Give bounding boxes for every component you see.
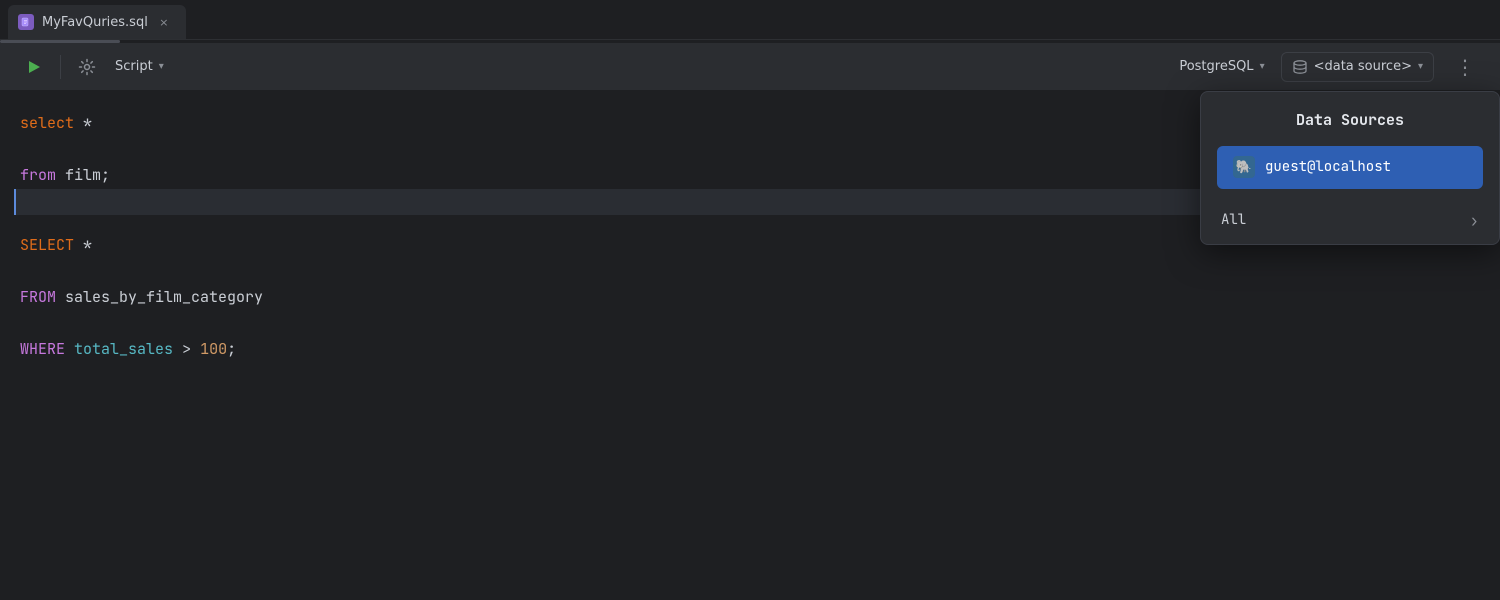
editor-line-8	[20, 311, 1480, 337]
all-chevron-icon: ›	[1469, 207, 1479, 234]
keyword-where: WHERE	[20, 337, 65, 363]
keyword-from-2: FROM	[20, 285, 56, 311]
datasource-dropdown-panel: Data Sources 🐘 guest@localhost All ›	[1200, 91, 1500, 245]
toolbar-divider-1	[60, 55, 61, 79]
datasource-chevron-icon: ▾	[1418, 61, 1423, 72]
dialect-label: PostgreSQL	[1179, 59, 1253, 74]
dialect-chevron-icon: ▾	[1260, 61, 1265, 72]
datasource-selector[interactable]: <data source> ▾	[1281, 52, 1434, 82]
code-editor[interactable]: select * from film; SELECT * FROM sales_…	[0, 91, 1500, 600]
keyword-select-2: SELECT	[20, 233, 74, 259]
datasource-item-name: guest@localhost	[1265, 156, 1391, 180]
datasource-label: <data source>	[1314, 59, 1412, 74]
scroll-indicator	[0, 40, 1500, 43]
file-tab[interactable]: MyFavQuries.sql ×	[8, 5, 186, 39]
script-dropdown[interactable]: Script ▾	[105, 53, 174, 80]
tab-bar: MyFavQuries.sql ×	[0, 0, 1500, 40]
tab-close-button[interactable]: ×	[156, 14, 172, 30]
column-total-sales: total_sales	[74, 337, 173, 363]
script-chevron-icon: ▾	[159, 61, 164, 72]
settings-button[interactable]	[69, 49, 105, 85]
editor-line-7: FROM sales_by_film_category	[20, 285, 1480, 311]
dialect-selector[interactable]: PostgreSQL ▾	[1169, 53, 1274, 80]
play-icon	[29, 61, 40, 73]
scroll-thumb	[0, 40, 120, 43]
database-icon	[1292, 59, 1308, 75]
editor-line-6	[20, 259, 1480, 285]
file-tab-icon	[18, 14, 34, 30]
keyword-select-1: select	[20, 111, 74, 137]
toolbar: Script ▾ PostgreSQL ▾ <data source> ▾ ⋮	[0, 43, 1500, 91]
run-button[interactable]	[16, 49, 52, 85]
tab-filename: MyFavQuries.sql	[42, 15, 148, 30]
datasource-all-item[interactable]: All ›	[1201, 197, 1499, 244]
all-label: All	[1221, 209, 1246, 233]
postgres-icon: 🐘	[1233, 156, 1255, 178]
keyword-from-1: from	[20, 163, 56, 189]
more-menu-button[interactable]: ⋮	[1448, 49, 1484, 85]
more-icon: ⋮	[1455, 55, 1477, 79]
editor-line-9: WHERE total_sales > 100;	[20, 337, 1480, 363]
dropdown-title: Data Sources	[1201, 92, 1499, 146]
number-100: 100	[200, 337, 227, 363]
script-label: Script	[115, 59, 153, 74]
gear-icon	[78, 58, 96, 76]
datasource-item-guest[interactable]: 🐘 guest@localhost	[1217, 146, 1483, 190]
toolbar-right: PostgreSQL ▾ <data source> ▾ ⋮	[1169, 49, 1484, 85]
